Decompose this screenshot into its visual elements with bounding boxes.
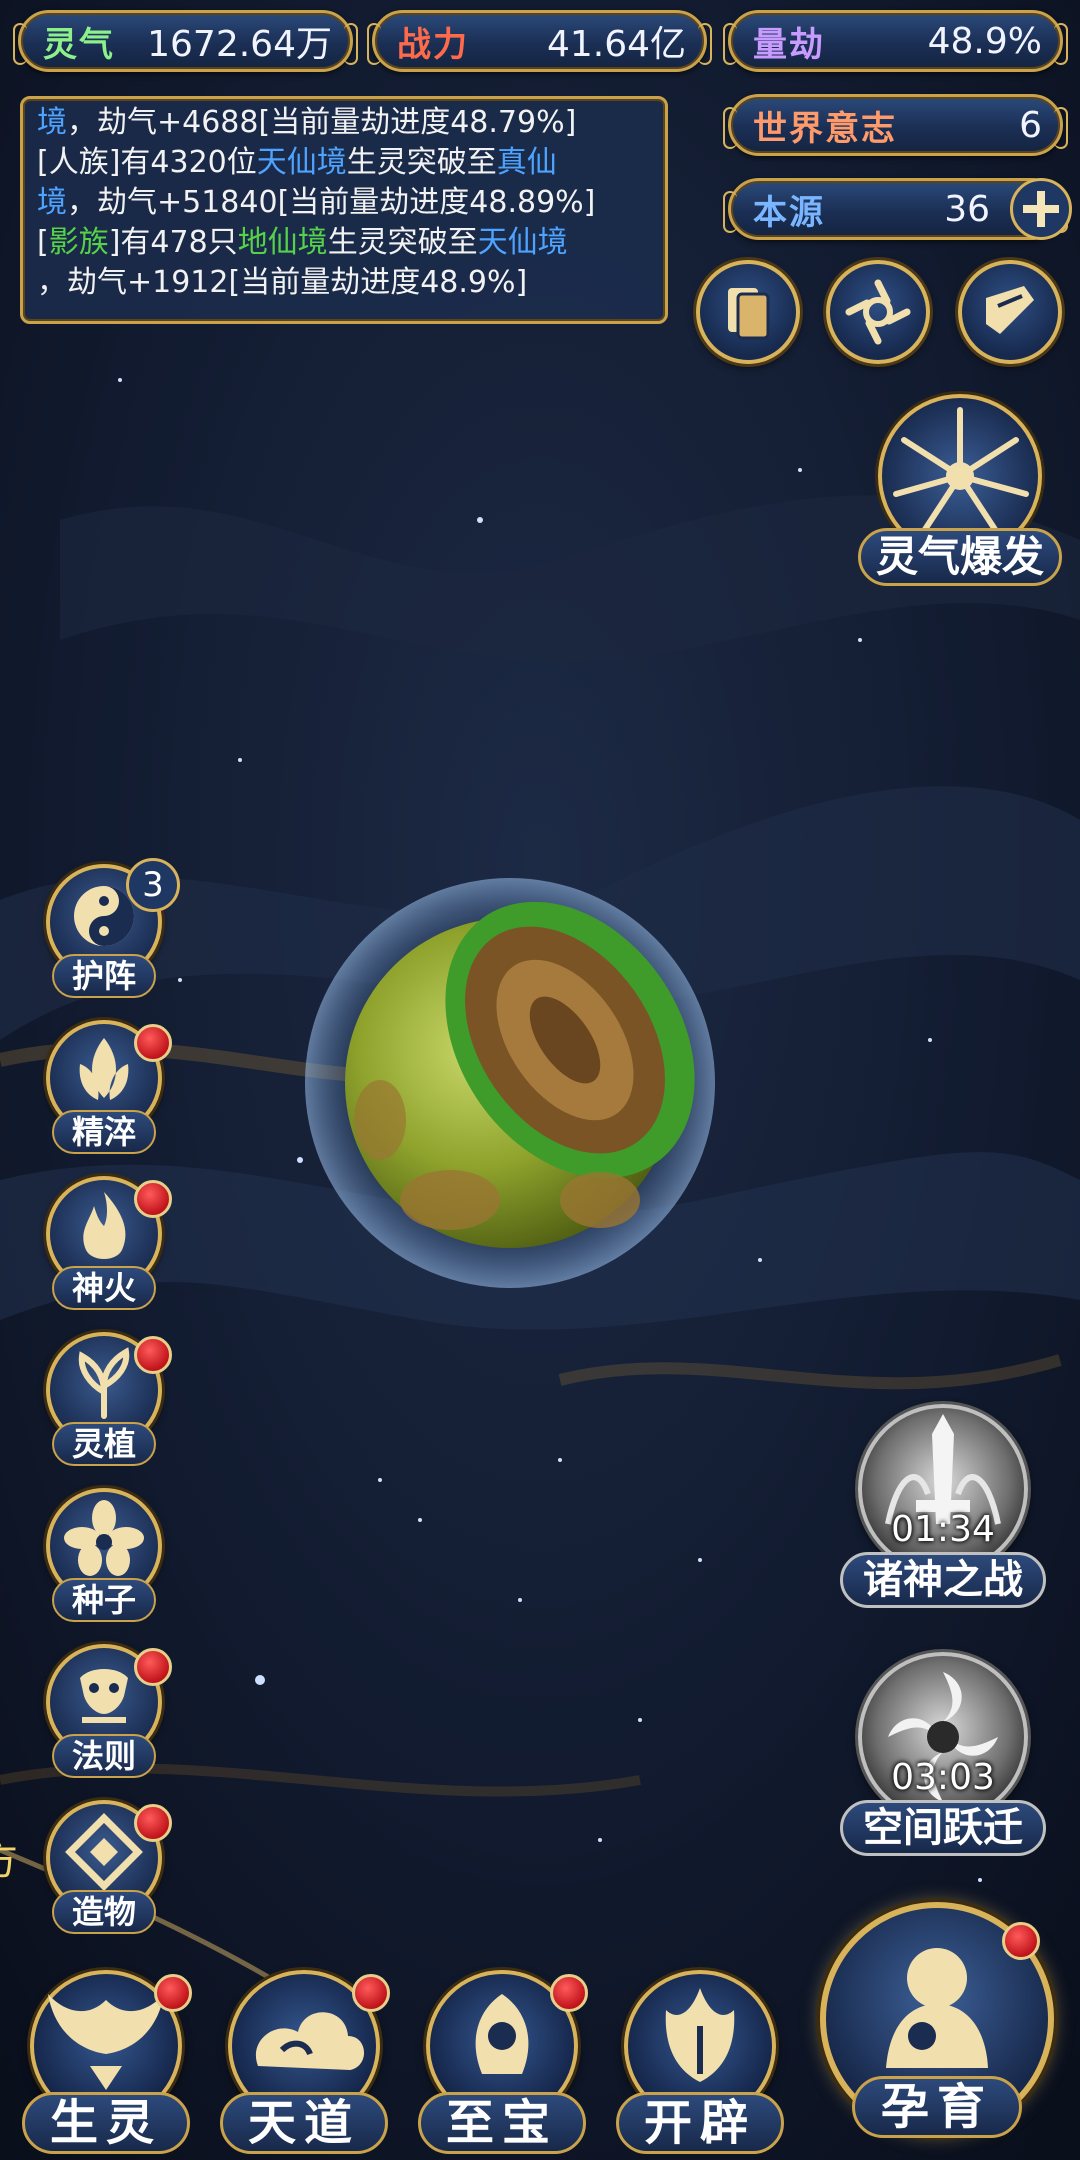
calamity-value: 48.9%	[927, 20, 1042, 62]
nav-open-world[interactable]: 开辟	[610, 1966, 790, 2160]
divine-fire-label: 神火	[52, 1266, 156, 1310]
world-will-label: 世界意志	[753, 108, 897, 149]
creation-label: 造物	[52, 1890, 156, 1934]
log-text: ，劫气+4688[当前量劫进度48.79%]	[67, 105, 577, 140]
power-label: 战力	[397, 24, 469, 65]
spirit-label: 灵气	[43, 24, 115, 65]
calamity-stat[interactable]: 量劫 48.9%	[723, 10, 1068, 72]
law-button[interactable]: 法则	[38, 1644, 172, 1778]
space-jump-timer: 03:03	[891, 1757, 995, 1798]
nav-open-world-label: 开辟	[616, 2092, 784, 2154]
law-label: 法则	[52, 1734, 156, 1778]
spirit-burst-button[interactable]: 灵气爆发	[858, 394, 1062, 594]
spirit-plant-label: 灵植	[52, 1422, 156, 1466]
notification-dot	[134, 1180, 172, 1218]
spirit-value: 1672.64万	[147, 24, 332, 65]
swirl-button[interactable]	[826, 260, 930, 364]
log-text: 生灵突破至	[346, 145, 497, 180]
log-text: 地仙境	[237, 225, 328, 260]
creation-button[interactable]: 造物	[38, 1800, 172, 1934]
log-text: 生灵突破至	[327, 225, 478, 260]
notification-dot	[134, 1648, 172, 1686]
space-jump-label: 空间跃迁	[840, 1800, 1046, 1856]
cards-icon	[728, 288, 770, 340]
world-will-stat[interactable]: 世界意志 6	[723, 94, 1068, 156]
cards-button[interactable]	[696, 260, 800, 364]
gods-war-button[interactable]: 01:34 诸神之战	[838, 1404, 1048, 1634]
event-log[interactable]: 境，劫气+4688[当前量劫进度48.79%] [人族]有4320位天仙境生灵突…	[20, 96, 668, 324]
log-text: [人族]有4320位	[37, 145, 257, 180]
log-text: 影族	[48, 225, 109, 260]
nav-heaven-dao[interactable]: 天道	[214, 1966, 394, 2160]
scroll-button[interactable]	[958, 260, 1062, 364]
swirl-icon	[845, 279, 911, 345]
log-line: 境，劫气+51840[当前量劫进度48.89%]	[37, 183, 651, 223]
log-line: ，劫气+1912[当前量劫进度48.9%]	[37, 263, 651, 303]
log-text: ，劫气+1912[当前量劫进度48.9%]	[37, 265, 528, 300]
formation-label: 护阵	[52, 954, 156, 998]
log-text: ]有478只	[108, 225, 238, 260]
notification-dot	[154, 1974, 192, 2012]
formation-button[interactable]: 3 护阵	[38, 858, 180, 998]
nav-treasure[interactable]: 至宝	[412, 1966, 592, 2160]
notification-dot	[352, 1974, 390, 2012]
scroll-icon	[986, 286, 1034, 334]
notification-dot	[134, 1804, 172, 1842]
calamity-label: 量劫	[753, 24, 825, 65]
power-stat[interactable]: 战力 41.64亿	[367, 10, 712, 72]
spirit-stat[interactable]: 灵气 1672.64万	[13, 10, 358, 72]
log-text: ，劫气+51840[当前量劫进度48.89%]	[67, 185, 596, 220]
world-will-value: 6	[1019, 104, 1042, 146]
divine-fire-button[interactable]: 神火	[38, 1176, 172, 1310]
spirit-plant-button[interactable]: 灵植	[38, 1332, 172, 1466]
gods-war-timer: 01:34	[891, 1509, 995, 1550]
gods-war-label: 诸神之战	[840, 1552, 1046, 1608]
notification-dot	[134, 1024, 172, 1062]
refine-button[interactable]: 精淬	[38, 1020, 172, 1154]
nav-treasure-label: 至宝	[418, 2092, 586, 2154]
refine-label: 精淬	[52, 1110, 156, 1154]
log-text: 境	[37, 185, 67, 220]
log-text: 真仙	[496, 145, 557, 180]
seed-button[interactable]: 种子	[38, 1488, 170, 1622]
log-text: [	[37, 225, 49, 260]
log-text: 境	[37, 105, 67, 140]
origin-label: 本源	[753, 192, 825, 233]
nav-life-label: 生灵	[22, 2092, 190, 2154]
notification-dot	[550, 1974, 588, 2012]
space-jump-button[interactable]: 03:03 空间跃迁	[838, 1652, 1048, 1882]
power-value: 41.64亿	[546, 24, 686, 65]
seed-label: 种子	[52, 1578, 156, 1622]
log-line: [影族]有478只地仙境生灵突破至天仙境	[37, 223, 651, 263]
origin-value: 36	[944, 188, 990, 230]
add-origin-button[interactable]	[1010, 178, 1072, 240]
notification-dot	[134, 1336, 172, 1374]
log-line: 境，劫气+4688[当前量劫进度48.79%]	[37, 103, 651, 143]
edge-text: 方	[0, 1828, 18, 1886]
log-text: 天仙境	[256, 145, 347, 180]
nurture-label: 孕育	[852, 2076, 1022, 2138]
plus-icon	[1023, 191, 1059, 227]
formation-count-badge: 3	[126, 858, 180, 912]
nav-life[interactable]: 生灵	[16, 1966, 196, 2160]
nurture-button[interactable]: 孕育	[812, 1902, 1062, 2152]
log-line: [人族]有4320位天仙境生灵突破至真仙	[37, 143, 651, 183]
notification-dot	[1002, 1922, 1040, 1960]
nav-heaven-dao-label: 天道	[220, 2092, 388, 2154]
log-text: 天仙境	[477, 225, 568, 260]
burst-label: 灵气爆发	[858, 528, 1062, 586]
